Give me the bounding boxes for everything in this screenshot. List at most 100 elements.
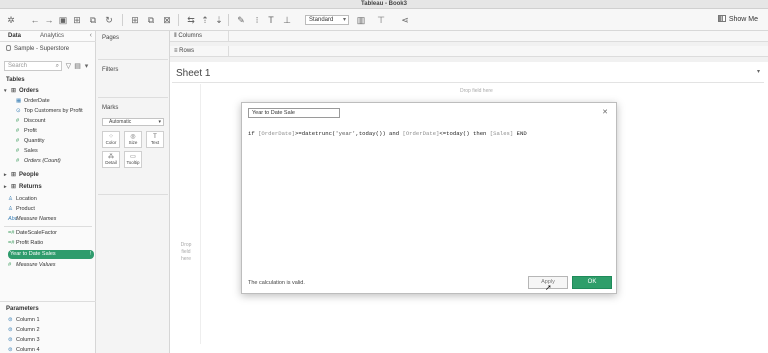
- color-button[interactable]: ⁘ Color: [102, 131, 120, 148]
- show-me-button[interactable]: Show Me: [717, 15, 758, 23]
- filter-icon[interactable]: ▽: [65, 62, 72, 70]
- ok-button[interactable]: OK: [572, 276, 612, 289]
- clear-sheet-icon[interactable]: ⊠: [162, 15, 172, 25]
- tab-analytics[interactable]: Analytics: [40, 33, 64, 39]
- presentation-icon[interactable]: ⊤: [376, 15, 386, 25]
- text-button[interactable]: T Text: [146, 131, 164, 148]
- divider: [172, 82, 764, 83]
- field-orders-count[interactable]: # Orders (Count): [16, 158, 61, 164]
- title-bar: Tableau - Book3: [0, 0, 768, 9]
- field-location[interactable]: ♙ Location: [8, 196, 37, 202]
- measure-icon: #: [16, 118, 20, 124]
- calculation-dialog: Year to Date Sale ✕ if [OrderDate]>=date…: [241, 102, 617, 294]
- save-icon[interactable]: ▣: [58, 15, 68, 25]
- sort-descending-icon[interactable]: ⇣: [214, 15, 224, 25]
- columns-shelf-label: ⦀ Columns: [174, 33, 202, 40]
- rows-shelf[interactable]: ≡ Rows: [170, 46, 768, 57]
- formula-keyword: if: [248, 130, 259, 137]
- field-discount[interactable]: # Discount: [16, 118, 45, 124]
- refresh-icon[interactable]: ↻: [104, 15, 114, 25]
- field-top-customers[interactable]: ⊙ Top Customers by Profit: [16, 108, 83, 114]
- field-datescalefactor[interactable]: =# DateScaleFactor: [8, 230, 57, 236]
- formula-editor[interactable]: if [OrderDate]>=datetrunc('year',today()…: [248, 130, 527, 137]
- field-profit-ratio[interactable]: =# Profit Ratio: [8, 240, 43, 246]
- filters-card-title: Filters: [102, 67, 119, 73]
- toolbar: ✲ ← → ▣ ⊞ ⧉ ↻ ⊞ ⧉ ⊠ ⇆ ⇡ ⇣ ✎ ⁝ T ⊥ Standa…: [0, 9, 768, 31]
- field-label: Column 4: [16, 347, 40, 353]
- table-icon: ⊞: [11, 172, 17, 178]
- table-orders[interactable]: ▾ ⊞ Orders: [4, 87, 39, 94]
- field-profit[interactable]: # Profit: [16, 128, 37, 134]
- new-datasource-icon[interactable]: ⊞: [72, 15, 82, 25]
- view-options-icon[interactable]: ▤: [74, 62, 81, 70]
- set-icon: ⊙: [16, 108, 21, 114]
- field-measure-values[interactable]: # Measure Values: [8, 262, 56, 268]
- fix-axes-icon[interactable]: ⊥: [282, 15, 292, 25]
- field-orderdate[interactable]: ▦ OrderDate: [16, 98, 50, 104]
- divider: [98, 97, 168, 98]
- drop-field-columns[interactable]: Drop field here: [460, 88, 493, 94]
- pages-card-title: Pages: [102, 35, 120, 41]
- parameter-item[interactable]: ⊜ Column 3: [8, 337, 40, 343]
- divider: [200, 84, 201, 344]
- sort-ascending-icon[interactable]: ⇡: [200, 15, 210, 25]
- field-label: Discount: [24, 118, 46, 124]
- search-input[interactable]: Search ⌕: [4, 61, 62, 71]
- close-icon[interactable]: ✕: [602, 108, 608, 116]
- expand-triangle-icon: ▸: [4, 184, 7, 190]
- labels-icon[interactable]: T: [266, 15, 276, 25]
- chevron-down-icon[interactable]: ▾: [757, 68, 760, 75]
- drop-field-rows[interactable]: Drop field here: [178, 242, 194, 263]
- new-worksheet-icon[interactable]: ⊞: [130, 15, 140, 25]
- calculation-name-input[interactable]: Year to Date Sale: [248, 108, 340, 118]
- size-button[interactable]: ◎ Size: [124, 131, 142, 148]
- tableau-logo-icon[interactable]: ✲: [6, 15, 16, 25]
- field-label: Measure Values: [16, 262, 56, 268]
- datasource-item[interactable]: Sample - Superstore: [6, 45, 69, 52]
- sheet-title[interactable]: Sheet 1: [176, 68, 210, 79]
- parameter-icon: ⊜: [8, 327, 13, 333]
- table-returns[interactable]: ▸ ⊞ Returns: [4, 183, 42, 190]
- formula-keyword: END: [513, 130, 527, 137]
- fit-select[interactable]: Standard ▾: [305, 15, 349, 25]
- duplicate-icon[interactable]: ⧉: [146, 15, 156, 25]
- collapse-triangle-icon: ▾: [4, 88, 7, 94]
- field-year-to-date-sales[interactable]: Year to Date Sales !: [8, 250, 94, 259]
- undo-icon[interactable]: ←: [30, 15, 40, 25]
- tab-data[interactable]: Data: [8, 33, 21, 39]
- mark-type-value: Automatic: [109, 119, 132, 125]
- database-icon: [6, 45, 11, 51]
- field-quantity[interactable]: # Quantity: [16, 138, 44, 144]
- tooltip-button[interactable]: ▭ Tooltip: [124, 151, 142, 168]
- parameter-item[interactable]: ⊜ Column 1: [8, 317, 40, 323]
- columns-shelf[interactable]: ⦀ Columns: [170, 31, 768, 42]
- share-icon[interactable]: ⋖: [400, 15, 410, 25]
- field-measure-names[interactable]: AbcMeasure Names: [8, 216, 56, 222]
- field-label: Column 1: [16, 317, 40, 323]
- swap-axes-icon[interactable]: ⇆: [186, 15, 196, 25]
- field-product[interactable]: ♙ Product: [8, 206, 35, 212]
- redo-icon[interactable]: →: [44, 15, 54, 25]
- field-label: Orders (Count): [24, 158, 61, 164]
- detail-button[interactable]: ⁂ Detail: [102, 151, 120, 168]
- parameter-item[interactable]: ⊜ Column 4: [8, 347, 40, 353]
- chevron-down-icon: ▾: [158, 119, 161, 125]
- highlight-icon[interactable]: ✎: [236, 15, 246, 25]
- table-people[interactable]: ▸ ⊞ People: [4, 171, 39, 178]
- menu-icon[interactable]: ▾: [83, 62, 90, 70]
- group-icon[interactable]: ⁝: [252, 15, 262, 25]
- mark-type-select[interactable]: Automatic ▾: [102, 118, 164, 126]
- columns-label: Columns: [178, 33, 202, 39]
- expand-triangle-icon: ▸: [4, 172, 7, 178]
- cards-toggle-icon[interactable]: ▥: [356, 15, 366, 25]
- field-sales[interactable]: # Sales: [16, 148, 38, 154]
- rows-label: Rows: [179, 48, 195, 54]
- data-pane: Data Analytics ‹ Sample - Superstore Sea…: [0, 31, 96, 353]
- pause-updates-icon[interactable]: ⧉: [88, 15, 98, 25]
- parameter-item[interactable]: ⊜ Column 2: [8, 327, 40, 333]
- field-label: Location: [16, 196, 37, 202]
- table-returns-label: Returns: [19, 184, 42, 190]
- collapse-pane-icon[interactable]: ‹: [90, 32, 92, 39]
- show-me-icon: [717, 15, 726, 22]
- detail-label: Detail: [105, 160, 117, 165]
